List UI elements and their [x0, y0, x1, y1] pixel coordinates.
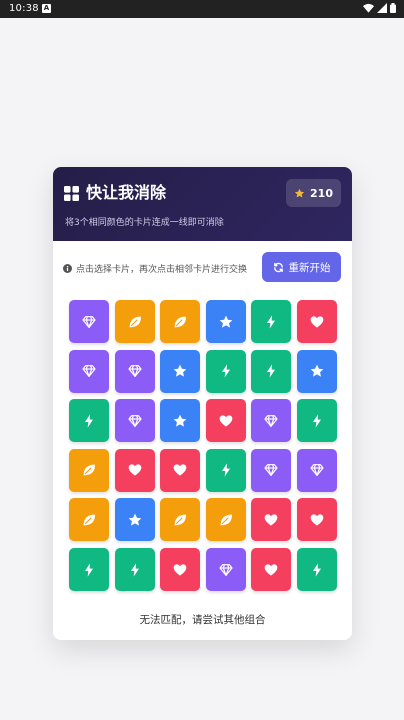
bolt-tile[interactable] — [297, 548, 337, 591]
bolt-tile[interactable] — [297, 399, 337, 443]
heart-icon — [310, 514, 324, 526]
heart-tile[interactable] — [251, 548, 292, 591]
status-time: 10:38 — [9, 3, 39, 14]
bolt-tile[interactable] — [205, 448, 246, 492]
leaf-icon — [174, 514, 187, 526]
hint-text: 点击选择卡片，再次点击相邻卡片进行交换 — [76, 265, 248, 275]
star-icon — [173, 414, 187, 427]
heart-tile[interactable] — [297, 498, 337, 542]
diamond-icon — [82, 365, 96, 378]
leaf-tile[interactable] — [114, 300, 155, 343]
diamond-tile[interactable] — [114, 349, 155, 393]
score-badge: 210 — [286, 179, 341, 207]
leaf-tile[interactable] — [205, 498, 246, 542]
info-icon — [63, 264, 72, 273]
bolt-tile[interactable] — [114, 548, 155, 591]
leaf-tile[interactable] — [69, 448, 109, 492]
heart-tile[interactable] — [114, 448, 155, 492]
heart-tile[interactable] — [205, 399, 246, 443]
bolt-tile[interactable] — [205, 349, 246, 393]
bolt-tile[interactable] — [69, 399, 109, 443]
star-tile[interactable] — [114, 498, 155, 542]
leaf-tile[interactable] — [160, 300, 201, 343]
heart-icon — [265, 563, 278, 576]
card-header: 快让我消除 将3个相同颜色的卡片连成一线即可消除 210 — [53, 167, 352, 241]
leaf-icon — [220, 514, 232, 526]
diamond-tile[interactable] — [297, 448, 337, 492]
bolt-icon — [221, 364, 230, 378]
refresh-icon — [273, 262, 283, 272]
diamond-tile[interactable] — [251, 448, 292, 492]
bolt-icon — [221, 463, 230, 477]
diamond-icon — [310, 464, 324, 477]
bolt-icon — [130, 562, 139, 577]
leaf-tile[interactable] — [160, 498, 201, 542]
star-tile[interactable] — [205, 300, 246, 343]
bolt-tile[interactable] — [251, 349, 292, 393]
diamond-icon — [82, 315, 96, 328]
star-icon — [128, 513, 141, 526]
heart-icon — [173, 464, 187, 476]
star-icon — [310, 364, 324, 377]
battery-icon — [390, 3, 396, 13]
game-card: 快让我消除 将3个相同颜色的卡片连成一线即可消除 210 点击选择卡片，再次点击… — [53, 167, 352, 640]
star-tile[interactable] — [297, 349, 337, 393]
score-value: 210 — [310, 186, 333, 200]
title-wrap: 快让我消除 — [64, 182, 166, 204]
heart-icon — [219, 415, 233, 427]
heart-icon — [310, 315, 324, 328]
status-message: 无法匹配，请尝试其他组合 — [139, 614, 266, 626]
diamond-icon — [127, 365, 142, 378]
diamond-tile[interactable] — [114, 399, 155, 443]
diamond-tile[interactable] — [69, 349, 109, 393]
star-tile[interactable] — [160, 399, 201, 443]
page-subtitle: 将3个相同颜色的卡片连成一线即可消除 — [65, 218, 224, 228]
star-icon — [294, 188, 305, 198]
bolt-icon — [267, 314, 276, 329]
diamond-icon — [264, 414, 278, 427]
heart-tile[interactable] — [251, 498, 292, 542]
heart-icon — [128, 464, 141, 476]
game-board — [69, 300, 337, 595]
leaf-icon — [83, 464, 95, 476]
diamond-tile[interactable] — [69, 300, 109, 343]
bolt-icon — [85, 562, 93, 577]
diamond-icon — [219, 563, 233, 576]
heart-tile[interactable] — [297, 300, 337, 343]
bolt-tile[interactable] — [251, 300, 292, 343]
bolt-tile[interactable] — [69, 548, 109, 591]
diamond-icon — [127, 414, 142, 427]
heart-tile[interactable] — [160, 448, 201, 492]
star-tile[interactable] — [160, 349, 201, 393]
bolt-icon — [267, 364, 276, 378]
restart-button[interactable]: 重新开始 — [262, 252, 341, 282]
diamond-tile[interactable] — [205, 548, 246, 591]
notification-icon: A — [42, 4, 51, 13]
signal-icon — [377, 3, 387, 13]
leaf-icon — [174, 316, 187, 327]
wifi-icon — [363, 3, 374, 13]
diamond-tile[interactable] — [251, 399, 292, 443]
heart-tile[interactable] — [160, 548, 201, 591]
leaf-icon — [129, 316, 141, 327]
bolt-icon — [313, 414, 321, 428]
heart-icon — [173, 563, 187, 576]
leaf-tile[interactable] — [69, 498, 109, 542]
hint-row: 点击选择卡片，再次点击相邻卡片进行交换 — [63, 262, 247, 275]
diamond-icon — [264, 464, 278, 477]
status-bar: 10:38 A — [0, 0, 404, 18]
system-icons — [363, 3, 396, 13]
heart-icon — [265, 514, 278, 526]
bolt-icon — [85, 414, 93, 428]
star-icon — [219, 315, 233, 328]
leaf-icon — [83, 514, 95, 526]
grid-icon — [64, 185, 79, 201]
star-icon — [173, 364, 187, 377]
bolt-icon — [313, 562, 321, 577]
restart-label: 重新开始 — [288, 261, 331, 274]
page-title: 快让我消除 — [86, 183, 167, 202]
